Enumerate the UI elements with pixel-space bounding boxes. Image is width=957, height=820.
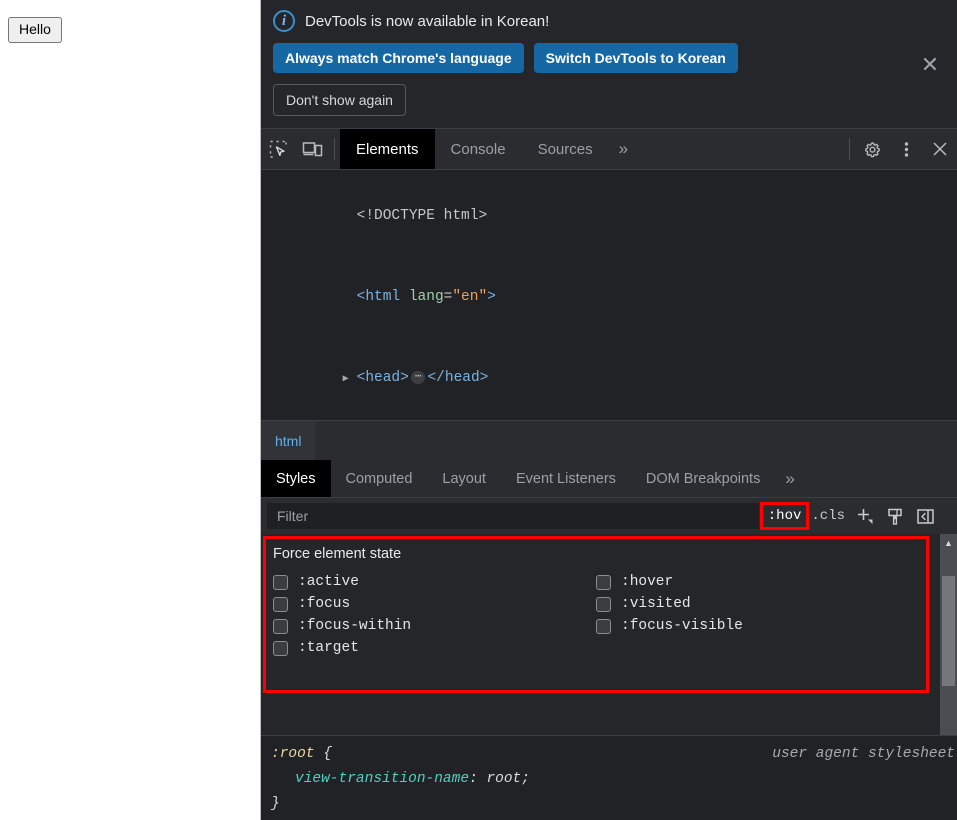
kebab-menu-icon[interactable] [889, 129, 923, 169]
css-close-brace-row: } [271, 792, 957, 817]
checkbox-focus[interactable] [273, 596, 288, 612]
force-state-checkbox-grid: :active :hover :focus :visited:focus-wi… [273, 574, 940, 656]
banner-dismiss-row: Don't show again [273, 84, 945, 116]
close-icon[interactable]: ✕ [917, 52, 943, 78]
css-property-name[interactable]: view-transition-name [295, 771, 469, 787]
lang-attr-name: lang [408, 289, 444, 305]
css-property-value[interactable]: root; [486, 771, 530, 787]
tab-computed[interactable]: Computed [331, 460, 428, 497]
force-state-target[interactable]: :target [273, 640, 596, 656]
hello-button[interactable]: Hello [8, 17, 62, 43]
label-focus-visible: :focus-visible [621, 618, 743, 634]
collapsed-children-icon[interactable]: ⋯ [410, 370, 426, 384]
tab-elements[interactable]: Elements [340, 129, 435, 169]
styles-pane-tabs: Styles Computed Layout Event Listeners D… [261, 460, 957, 498]
banner-buttons: Always match Chrome's language Switch De… [273, 43, 945, 73]
force-state-visited[interactable]: :visited [596, 596, 940, 612]
head-open-tag: <head> [356, 370, 409, 386]
checkbox-target[interactable] [273, 640, 288, 656]
force-state-toggle-button[interactable]: :hov [759, 502, 810, 530]
breadcrumb-item-html[interactable]: html [261, 421, 316, 460]
force-state-focus[interactable]: :focus [273, 596, 596, 612]
css-open-brace: { [323, 746, 332, 762]
toolbar-divider-left [334, 138, 335, 160]
label-active: :active [298, 574, 359, 590]
head-close-tag: </head> [427, 370, 489, 386]
more-tabs-icon[interactable]: » [609, 129, 638, 169]
styles-filter-bar: :hov .cls [261, 498, 957, 534]
css-declaration[interactable]: view-transition-name: root; [271, 767, 957, 792]
checkbox-focus-visible[interactable] [596, 618, 611, 634]
label-focus-within: :focus-within [298, 618, 412, 634]
styles-scrollbar[interactable]: ▲ [940, 534, 957, 735]
always-match-chrome-language-button[interactable]: Always match Chrome's language [273, 43, 524, 73]
tab-event-listeners[interactable]: Event Listeners [501, 460, 631, 497]
label-hover: :hover [621, 574, 674, 590]
web-page-viewport: Hello [0, 0, 261, 820]
lang-attr-value: "en" [452, 289, 488, 305]
language-banner: i DevTools is now available in Korean! A… [261, 0, 957, 129]
banner-message-row: i DevTools is now available in Korean! [273, 10, 945, 32]
force-element-state-title: Force element state [273, 546, 402, 562]
html-open-tag: <html [356, 289, 401, 305]
device-toolbar-icon[interactable] [295, 129, 329, 169]
plus-icon[interactable] [850, 502, 880, 530]
tab-sources[interactable]: Sources [522, 129, 609, 169]
close-devtools-icon[interactable] [923, 129, 957, 169]
styles-more-tabs-icon[interactable]: » [775, 460, 804, 497]
checkbox-active[interactable] [273, 574, 288, 590]
css-selector[interactable]: :root [271, 746, 315, 762]
checkbox-visited[interactable] [596, 596, 611, 612]
dom-line-doctype[interactable]: <!DOCTYPE html> [261, 176, 957, 257]
gear-icon[interactable] [855, 129, 889, 169]
switch-devtools-to-korean-button[interactable]: Switch DevTools to Korean [533, 43, 738, 73]
force-state-hover[interactable]: :hover [596, 574, 940, 590]
tab-dom-breakpoints[interactable]: DOM Breakpoints [631, 460, 775, 497]
info-icon: i [273, 10, 295, 32]
dom-line-html-open[interactable]: <html lang="en"> [261, 257, 957, 338]
breadcrumb: html [261, 420, 957, 460]
label-target: :target [298, 640, 359, 656]
expand-triangle-head-icon[interactable]: ▶ [343, 366, 357, 393]
css-rules-pane[interactable]: :root { view-transition-name: root; } us… [261, 735, 957, 820]
inspect-element-icon[interactable] [261, 129, 295, 169]
tab-styles[interactable]: Styles [261, 460, 331, 497]
force-state-active[interactable]: :active [273, 574, 596, 590]
force-state-focus-visible[interactable]: :focus-visible [596, 618, 940, 634]
screenshot-root: Hello i DevTools is now available in Kor… [0, 0, 957, 820]
banner-message: DevTools is now available in Korean! [305, 12, 550, 30]
sidebar-toggle-icon[interactable] [910, 502, 940, 530]
scroll-up-arrow-icon[interactable]: ▲ [940, 534, 957, 551]
dom-tree[interactable]: <!DOCTYPE html> <html lang="en"> ▶ <head>… [261, 170, 957, 420]
paintbrush-icon[interactable] [880, 502, 910, 530]
scrollbar-thumb[interactable] [942, 576, 955, 686]
force-state-focus-within[interactable]: :focus-within [273, 618, 596, 634]
label-visited: :visited [621, 596, 691, 612]
dont-show-again-button[interactable]: Don't show again [273, 84, 406, 116]
toolbar-divider-right [849, 138, 850, 160]
checkbox-focus-within[interactable] [273, 618, 288, 634]
dom-line-head[interactable]: ▶ <head> ⋯ </head> [261, 338, 957, 420]
force-element-state-panel: Force element state :active :hover :focu… [261, 534, 957, 735]
doctype-text: <!DOCTYPE html> [356, 208, 488, 224]
css-close-brace: } [271, 796, 280, 812]
filter-input[interactable] [267, 503, 759, 529]
checkbox-hover[interactable] [596, 574, 611, 590]
css-rule-origin: user agent stylesheet [772, 746, 955, 762]
devtools-panel: i DevTools is now available in Korean! A… [261, 0, 957, 820]
devtools-main-toolbar: Elements Console Sources » [261, 129, 957, 170]
force-state-content: Force element state :active :hover :focu… [261, 534, 940, 656]
tab-console[interactable]: Console [435, 129, 522, 169]
label-focus: :focus [298, 596, 351, 612]
tab-layout[interactable]: Layout [427, 460, 501, 497]
element-classes-button[interactable]: .cls [806, 505, 850, 527]
